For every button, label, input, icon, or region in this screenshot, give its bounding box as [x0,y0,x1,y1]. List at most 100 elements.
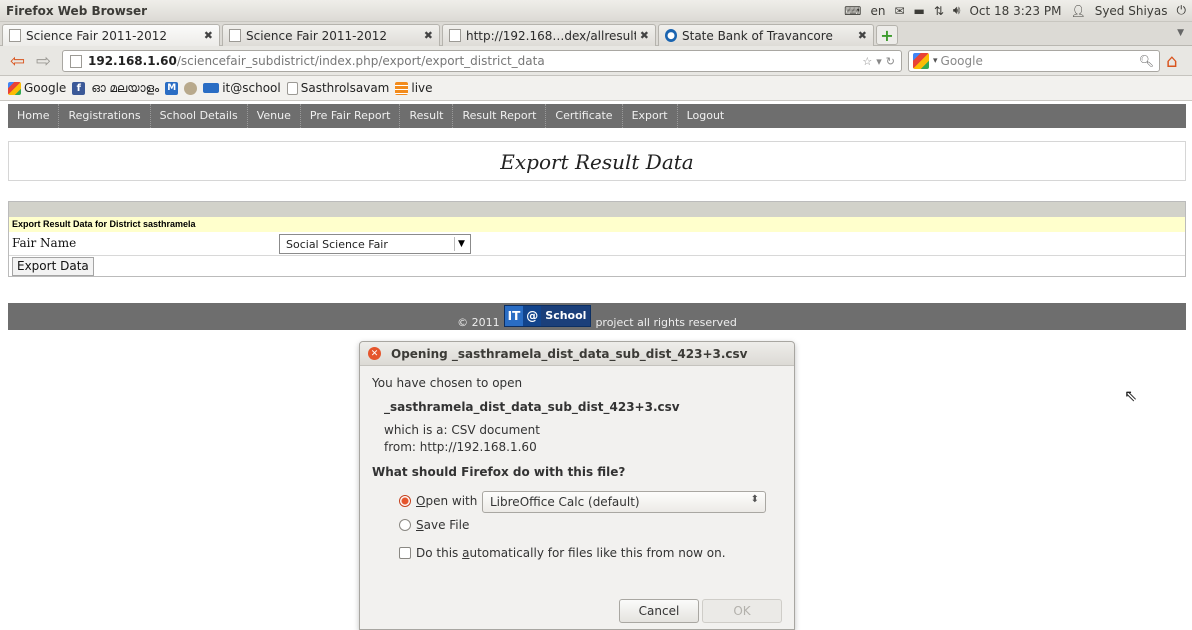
menu-pre-fair-report[interactable]: Pre Fair Report [301,104,401,128]
auto-action-text-2: utomatically for files like this from no… [469,546,726,560]
dialog-filename: _sasthramela_dist_data_sub_dist_423+3.cs… [384,400,680,414]
system-tray: ⌨ en ✉ ▬ ⇅ 🔊︎ Oct 18 3:23 PM 👤︎ Syed Shi… [844,3,1186,18]
open-with-app-select[interactable]: LibreOffice Calc (default) ⬍ [482,491,766,513]
battery-icon[interactable]: ▬ [914,4,925,18]
export-panel: Export Result Data for District sasthram… [8,201,1186,277]
menu-certificate[interactable]: Certificate [546,104,623,128]
forward-arrow-icon[interactable]: ⇨ [36,51,51,72]
fair-name-row: Fair Name Social Science Fair ▼ [9,232,1185,256]
mail-icon[interactable]: ✉ [894,4,904,18]
bookmark-label: it@school [222,81,281,95]
menu-logout[interactable]: Logout [678,104,734,128]
bookmark-label: ഓ മലയാളം [91,80,160,95]
keyboard-language[interactable]: en [870,4,885,18]
history-dropdown-icon[interactable]: ▾ [876,55,882,68]
bookmark-label: Google [24,81,67,95]
chevron-down-icon[interactable]: ▼ [454,237,468,251]
save-file-radio[interactable] [399,519,411,531]
fair-name-value: Social Science Fair [286,238,388,251]
close-tab-icon[interactable]: ✖ [424,29,433,42]
logo-it-text: IT [504,306,524,326]
menu-result[interactable]: Result [400,104,454,128]
page-title-box: Export Result Data [8,141,1186,181]
reload-icon[interactable]: ↻ [886,55,895,68]
dialog-file-type: which is a: CSV document [384,423,540,437]
fair-name-select[interactable]: Social Science Fair ▼ [279,234,471,254]
cancel-button[interactable]: Cancel [619,599,699,623]
footer-rights: project all rights reserved [595,316,737,329]
search-box[interactable]: ▾ Google 🔍︎ [908,50,1160,72]
bookmark-gmail[interactable]: M [165,81,179,95]
tab-state-bank[interactable]: ● State Bank of Travancore ✖ [658,24,874,46]
home-icon[interactable]: ⌂ [1166,51,1177,72]
bookmark-star-icon[interactable]: ☆ [862,55,872,68]
download-dialog: ✕ Opening _sasthramela_dist_data_sub_dis… [359,341,795,630]
user-icon: 👤︎ [1070,3,1086,18]
tab-science-fair-1[interactable]: Science Fair 2011-2012 ✖ [2,24,220,46]
menu-export[interactable]: Export [623,104,678,128]
url-bar[interactable]: 192.168.1.60 /sciencefair_subdistrict/in… [62,50,902,72]
it-school-logo: IT @ School [503,305,592,327]
search-engine-dropdown-icon[interactable]: ▾ [933,56,938,66]
page-icon [229,29,241,42]
search-icon[interactable]: 🔍︎ [1139,54,1159,68]
new-tab-icon[interactable]: + [876,25,898,45]
close-tab-icon[interactable]: ✖ [858,29,867,42]
dialog-file-source: from: http://192.168.1.60 [384,440,537,454]
bookmark-live[interactable]: live [395,81,433,95]
open-with-radio[interactable] [399,495,411,507]
ok-button[interactable]: OK [702,599,782,623]
selected-app: LibreOffice Calc (default) [490,495,640,509]
url-path: /sciencefair_subdistrict/index.php/expor… [176,54,545,68]
tab-science-fair-2[interactable]: Science Fair 2011-2012 ✖ [222,24,440,46]
page-icon [70,54,82,68]
mouse-cursor-icon: ⇖ [1124,386,1138,405]
navigation-toolbar: ⇦ ⇨ 192.168.1.60 /sciencefair_subdistric… [0,46,1192,76]
bookmark-sasthrolsavam[interactable]: Sasthrolsavam [286,81,389,95]
app-title: Firefox Web Browser [6,4,148,18]
menu-registrations[interactable]: Registrations [59,104,151,128]
bookmark-facebook[interactable]: f [72,81,86,95]
back-arrow-icon[interactable]: ⇦ [10,51,25,72]
auto-action-label[interactable]: Do this automatically for files like thi… [416,546,726,560]
tab-label: http://192.168…dex/allresults [466,28,636,43]
bookmark-emblem[interactable] [184,81,198,95]
google-icon[interactable] [913,53,929,69]
save-file-label[interactable]: Save File [416,518,469,532]
page-icon [286,81,298,95]
clock[interactable]: Oct 18 3:23 PM [969,4,1061,18]
bookmark-malayalam[interactable]: ഓ മലയാളം [91,81,159,96]
auto-action-checkbox[interactable] [399,547,411,559]
volume-icon[interactable]: 🔊︎ [953,3,961,18]
close-tab-icon[interactable]: ✖ [640,29,649,42]
site-menu: Home Registrations School Details Venue … [8,104,1186,128]
footer-copyright: © 2011 [457,316,500,329]
tab-label: Science Fair 2011-2012 [26,28,167,43]
close-tab-icon[interactable]: ✖ [204,29,213,42]
user-name[interactable]: Syed Shiyas [1095,4,1168,18]
menu-school-details[interactable]: School Details [151,104,248,128]
menu-result-report[interactable]: Result Report [453,104,547,128]
tab-label: State Bank of Travancore [682,28,833,43]
open-with-label[interactable]: Open with [416,494,477,508]
bookmark-it-school[interactable]: it@school [203,81,281,95]
close-icon[interactable]: ✕ [368,347,381,360]
auto-action-text-1: Do this [416,546,463,560]
power-icon[interactable]: ⏻ [1177,3,1187,18]
facebook-icon: f [72,81,86,95]
save-file-mnemonic: S [416,518,424,532]
menu-venue[interactable]: Venue [248,104,301,128]
keyboard-icon[interactable]: ⌨ [844,4,861,18]
list-tabs-icon[interactable]: ▼ [1177,28,1184,38]
spin-arrows-icon: ⬍ [750,494,759,505]
menu-home[interactable]: Home [8,104,60,128]
emblem-icon [184,81,198,95]
bookmark-label: live [411,81,433,95]
bookmark-google[interactable]: Google [8,81,66,95]
panel-subtitle: Export Result Data for District sasthram… [9,217,1185,232]
tab-allresults[interactable]: http://192.168…dex/allresults ✖ [442,24,656,46]
network-icon[interactable]: ⇅ [934,4,944,18]
gmail-icon: M [165,81,179,95]
dialog-titlebar: ✕ Opening _sasthramela_dist_data_sub_dis… [360,342,794,366]
export-data-button[interactable]: Export Data [12,257,94,276]
